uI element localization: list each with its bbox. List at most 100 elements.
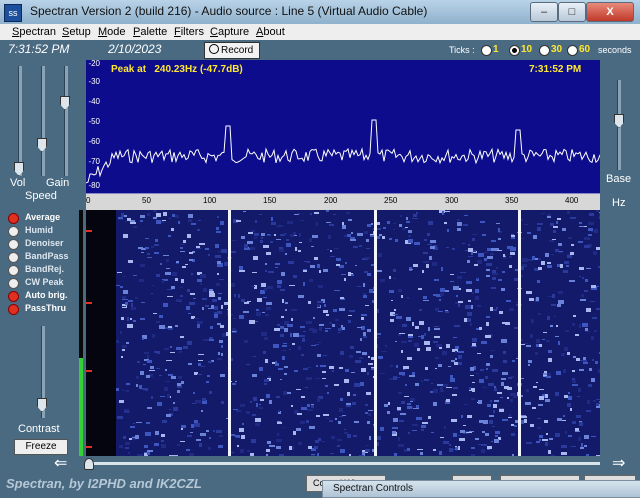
- close-button[interactable]: X: [586, 2, 634, 22]
- waterfall-speckle: [554, 316, 556, 317]
- waterfall-speckle: [423, 261, 429, 263]
- scroll-left-icon[interactable]: ⇐: [54, 456, 67, 472]
- waterfall-speckle: [484, 258, 487, 261]
- waterfall-speckle: [450, 378, 455, 382]
- option-denoiser-label: Denoiser: [25, 238, 64, 248]
- waterfall-speckle: [319, 324, 324, 326]
- waterfall-speckle: [591, 378, 595, 382]
- freeze-button[interactable]: Freeze: [14, 439, 68, 455]
- speed-slider-thumb[interactable]: [37, 138, 47, 152]
- bottom-scroll-thumb[interactable]: [84, 458, 94, 470]
- app-icon[interactable]: ss: [4, 4, 22, 22]
- waterfall-speckle: [453, 433, 457, 437]
- scroll-right-icon[interactable]: ⇒: [612, 456, 625, 472]
- waterfall-speckle: [586, 454, 589, 456]
- waterfall-svg: [86, 210, 600, 456]
- waterfall-speckle: [485, 433, 489, 436]
- waterfall-speckle: [381, 351, 387, 352]
- waterfall-speckle: [538, 313, 541, 315]
- waterfall-speckle: [183, 240, 186, 243]
- waterfall-speckle: [492, 273, 498, 275]
- ticks-radio-10[interactable]: [509, 45, 520, 56]
- waterfall-speckle: [467, 312, 472, 316]
- waterfall-speckle: [413, 408, 419, 409]
- waterfall-speckle: [333, 214, 336, 215]
- option-denoiser-toggle[interactable]: [8, 239, 19, 250]
- gain-slider-track[interactable]: [64, 66, 68, 176]
- waterfall-speckle: [165, 381, 170, 382]
- record-button[interactable]: Record: [204, 42, 260, 59]
- waterfall-speckle: [447, 229, 449, 232]
- waterfall-speckle: [576, 415, 581, 418]
- option-humid-toggle[interactable]: [8, 226, 19, 237]
- waterfall-speckle: [487, 256, 493, 259]
- menu-setup[interactable]: Setup: [62, 26, 91, 38]
- waterfall-speckle: [435, 368, 437, 369]
- gain-slider-thumb[interactable]: [60, 96, 70, 110]
- waterfall-speckle: [266, 454, 268, 456]
- waterfall-speckle: [246, 411, 250, 414]
- ticks-radio-30[interactable]: [539, 45, 550, 56]
- waterfall-speckle: [119, 445, 123, 448]
- waterfall-speckle: [496, 307, 498, 309]
- waterfall-speckle: [561, 452, 567, 455]
- waterfall-speckle: [257, 298, 262, 302]
- waterfall-speckle: [347, 234, 351, 237]
- freq-tick-label: 150: [263, 196, 277, 205]
- waterfall-speckle: [436, 344, 442, 347]
- waterfall-speckle: [317, 453, 319, 456]
- waterfall-speckle: [486, 363, 490, 366]
- waterfall-speckle: [500, 397, 503, 398]
- waterfall-speckle: [256, 309, 259, 311]
- waterfall-speckle: [191, 223, 196, 225]
- waterfall-speckle: [425, 422, 428, 424]
- minimize-button[interactable]: –: [530, 2, 558, 22]
- menu-mode[interactable]: Mode: [98, 26, 126, 38]
- waterfall-speckle: [471, 252, 473, 255]
- waterfall-speckle: [156, 274, 160, 277]
- waterfall-speckle: [147, 213, 150, 216]
- waterfall-speckle: [450, 274, 454, 275]
- bottom-scrollbar[interactable]: [86, 462, 600, 465]
- waterfall-speckle: [154, 244, 159, 246]
- menu-capture[interactable]: Capture: [210, 26, 249, 38]
- maximize-button[interactable]: □: [558, 2, 586, 22]
- waterfall-speckle: [265, 359, 268, 363]
- waterfall-speckle: [549, 438, 553, 440]
- spectran-controls-window[interactable]: Spectran Controls: [322, 480, 640, 498]
- ticks-radio-1[interactable]: [481, 45, 492, 56]
- menu-spectran[interactable]: Spectran: [12, 26, 56, 38]
- waterfall-speckle: [583, 357, 586, 360]
- option-bandpass-toggle[interactable]: [8, 252, 19, 263]
- option-average-toggle[interactable]: [8, 213, 19, 224]
- base-slider-thumb[interactable]: [614, 114, 624, 128]
- speed-slider-track[interactable]: [41, 66, 45, 176]
- waterfall-speckle: [210, 326, 213, 329]
- vol-slider-thumb[interactable]: [14, 162, 24, 176]
- waterfall-speckle: [252, 374, 257, 377]
- waterfall-speckle: [471, 447, 475, 449]
- waterfall-speckle: [508, 377, 512, 379]
- waterfall-speckle: [586, 268, 591, 269]
- option-auto-brig-toggle[interactable]: [8, 291, 19, 302]
- waterfall-speckle: [214, 306, 218, 310]
- waterfall-speckle: [475, 438, 479, 440]
- waterfall-speckle: [267, 234, 270, 235]
- option-bandrej-toggle[interactable]: [8, 265, 19, 276]
- menu-filters[interactable]: Filters: [174, 26, 204, 38]
- contrast-slider-thumb[interactable]: [37, 398, 47, 412]
- waterfall-speckle: [585, 279, 588, 282]
- option-cw-peak-toggle[interactable]: [8, 278, 19, 289]
- waterfall-speckle: [275, 363, 279, 366]
- menu-about[interactable]: About: [256, 26, 285, 38]
- option-passthru-toggle[interactable]: [8, 304, 19, 315]
- waterfall-speckle: [305, 387, 308, 388]
- waterfall-speckle: [420, 452, 423, 455]
- waterfall-speckle: [353, 246, 358, 248]
- menu-palette[interactable]: Palette: [133, 26, 167, 38]
- waterfall-speckle: [351, 273, 353, 274]
- vol-slider-track[interactable]: [18, 66, 22, 176]
- ticks-radio-60[interactable]: [567, 45, 578, 56]
- waterfall-speckle: [484, 252, 488, 253]
- waterfall-speckle: [548, 350, 552, 353]
